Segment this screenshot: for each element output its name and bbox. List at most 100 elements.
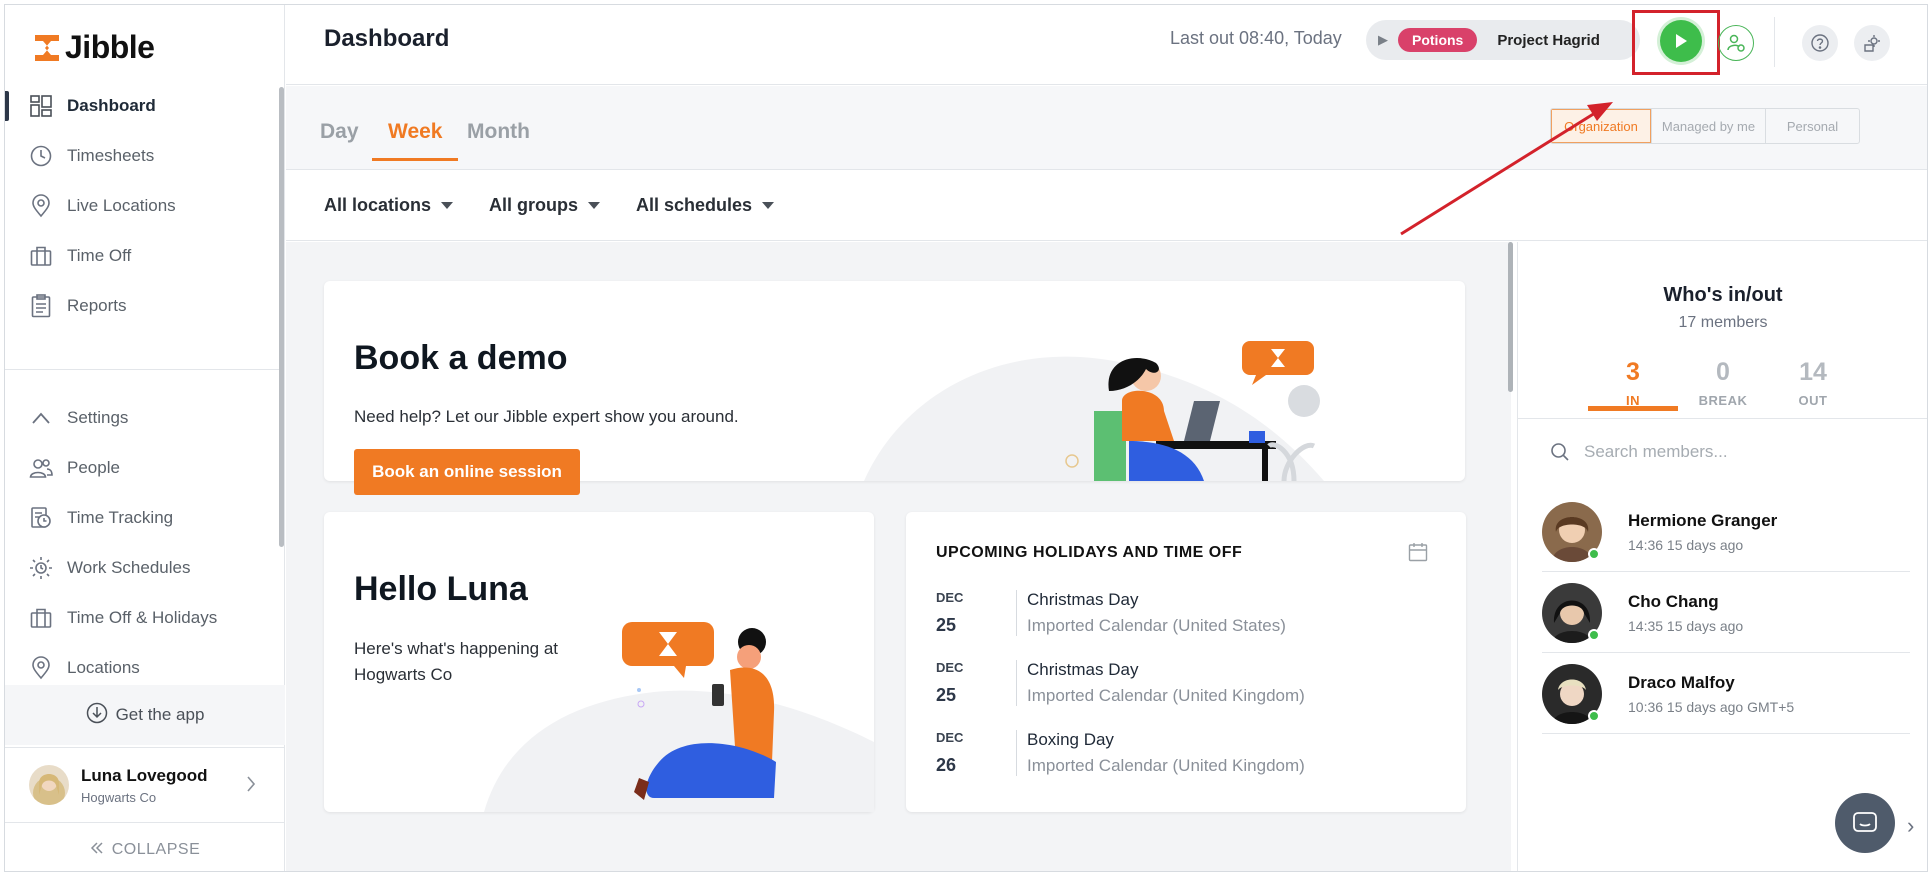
sidebar-item-timesheets[interactable]: Timesheets: [5, 131, 285, 181]
holiday-row[interactable]: DEC 25 Christmas Day Imported Calendar (…: [936, 660, 1305, 706]
content-scrollbar[interactable]: [1508, 242, 1513, 392]
member-search-input[interactable]: Search members...: [1550, 442, 1728, 462]
map-pin-icon: [29, 194, 53, 218]
activity-tag: Potions: [1398, 28, 1478, 52]
online-status-dot: [1588, 547, 1600, 560]
scope-managed-by-me[interactable]: Managed by me: [1651, 109, 1765, 143]
get-app-button[interactable]: Get the app: [5, 685, 285, 745]
sidebar-item-label: Live Locations: [67, 196, 176, 215]
demo-subtitle: Need help? Let our Jibble expert show yo…: [354, 407, 739, 426]
page-title: Dashboard: [324, 25, 450, 52]
tab-month[interactable]: Month: [467, 120, 530, 158]
user-profile[interactable]: Luna Lovegood Hogwarts Co: [5, 747, 285, 823]
sidebar-item-label: Time Off: [67, 246, 132, 265]
schedules-filter[interactable]: All schedules: [636, 195, 775, 216]
logo-text: Jibble: [65, 29, 155, 65]
member-row[interactable]: Cho Chang 14:35 15 days ago: [1542, 573, 1910, 653]
stat-out[interactable]: 14 OUT: [1768, 358, 1858, 408]
user-company: Hogwarts Co: [81, 789, 157, 805]
sidebar-item-people[interactable]: People: [5, 443, 285, 493]
chat-support-button[interactable]: [1835, 793, 1895, 853]
map-pin-icon: [29, 656, 53, 680]
holiday-row[interactable]: DEC 26 Boxing Day Imported Calendar (Uni…: [936, 730, 1305, 776]
demo-illustration: [864, 341, 1324, 481]
sidebar-item-time-off[interactable]: Time Off: [5, 231, 285, 281]
holiday-name: Christmas Day: [1027, 590, 1139, 609]
calendar-icon[interactable]: [1408, 542, 1428, 567]
activity-selector[interactable]: ▶ Potions Project Hagrid: [1366, 20, 1640, 60]
avatar: [1542, 663, 1602, 724]
help-icon: [1811, 34, 1829, 52]
sidebar: Jibble Dashboard Timesheets Live Locatio…: [5, 5, 285, 871]
search-icon: [1551, 443, 1569, 461]
org-settings-button[interactable]: [1854, 25, 1890, 61]
stat-break[interactable]: 0 BREAK: [1678, 358, 1768, 408]
holiday-row[interactable]: DEC 25 Christmas Day Imported Calendar (…: [936, 590, 1286, 636]
chevron-right-icon[interactable]: ›: [1907, 813, 1914, 839]
sidebar-item-label: Reports: [67, 296, 127, 315]
top-header: Dashboard Last out 08:40, Today ▶ Potion…: [286, 5, 1927, 85]
last-out-status: Last out 08:40, Today: [1170, 28, 1342, 48]
holiday-name: Christmas Day: [1027, 660, 1139, 679]
book-session-button[interactable]: Book an online session: [354, 449, 580, 495]
sidebar-item-label: Time Tracking: [67, 508, 174, 527]
whos-in-out-panel: Who's in/out 17 members 3 IN 0 BREAK 14 …: [1517, 242, 1927, 871]
get-app-label: Get the app: [115, 705, 205, 724]
sidebar-item-live-locations[interactable]: Live Locations: [5, 181, 285, 231]
filter-label: All schedules: [636, 195, 753, 215]
header-divider: [1774, 17, 1775, 67]
quick-clock-in-button[interactable]: [1718, 25, 1754, 61]
member-name: Cho Chang: [1628, 591, 1719, 611]
briefcase-icon: [29, 606, 53, 630]
user-name: Luna Lovegood: [81, 765, 208, 785]
jibble-logo-icon: [35, 34, 59, 61]
holiday-day: 25: [936, 685, 957, 705]
play-small-icon: ▶: [1378, 32, 1388, 47]
double-chevron-left-icon: [90, 841, 104, 860]
sidebar-item-reports[interactable]: Reports: [5, 281, 285, 331]
search-placeholder: Search members...: [1584, 442, 1728, 461]
member-name: Hermione Granger: [1628, 510, 1778, 530]
avatar: [29, 765, 69, 805]
clipboard-icon: [29, 294, 53, 318]
briefcase-icon: [29, 244, 53, 268]
holiday-month: DEC: [936, 730, 964, 745]
holiday-calendar: Imported Calendar (United States): [1027, 616, 1286, 635]
jibble-logo[interactable]: Jibble: [33, 29, 155, 66]
online-status-dot: [1588, 628, 1600, 641]
sidebar-item-label: People: [67, 458, 120, 477]
scope-organization[interactable]: Organization: [1551, 109, 1651, 143]
collapse-button[interactable]: COLLAPSE: [5, 827, 285, 871]
caret-down-icon: [441, 202, 454, 209]
member-time: 14:36 15 days ago: [1628, 536, 1744, 553]
sidebar-item-time-tracking[interactable]: Time Tracking: [5, 493, 285, 543]
holidays-title: UPCOMING HOLIDAYS AND TIME OFF: [936, 544, 1243, 561]
sidebar-item-time-off-holidays[interactable]: Time Off & Holidays: [5, 593, 285, 643]
filter-label: All locations: [324, 195, 432, 215]
member-row[interactable]: Draco Malfoy 10:36 15 days ago GMT+5: [1542, 654, 1910, 734]
sidebar-scrollbar[interactable]: [279, 87, 284, 547]
locations-filter[interactable]: All locations: [324, 195, 454, 216]
help-button[interactable]: [1802, 25, 1838, 61]
chevron-right-icon: [245, 774, 257, 799]
download-icon: [86, 702, 108, 729]
sidebar-item-work-schedules[interactable]: Work Schedules: [5, 543, 285, 593]
member-row[interactable]: Hermione Granger 14:36 15 days ago: [1542, 492, 1910, 572]
tab-day[interactable]: Day: [320, 120, 359, 158]
filters-bar: All locations All groups All schedules: [286, 171, 1927, 241]
stat-label: OUT: [1798, 393, 1828, 408]
tab-week[interactable]: Week: [372, 120, 459, 161]
time-tracking-icon: [29, 506, 53, 530]
stat-label: IN: [1626, 393, 1640, 408]
sidebar-item-label: Work Schedules: [67, 558, 191, 577]
chevron-up-icon: [29, 406, 53, 430]
avatar: [1542, 582, 1602, 643]
member-name: Draco Malfoy: [1628, 672, 1735, 692]
stat-in[interactable]: 3 IN: [1588, 358, 1678, 411]
sidebar-item-settings[interactable]: Settings: [5, 393, 285, 443]
sidebar-item-label: Timesheets: [67, 146, 155, 165]
stat-value: 14: [1799, 358, 1827, 386]
groups-filter[interactable]: All groups: [489, 195, 601, 216]
sidebar-item-dashboard[interactable]: Dashboard: [5, 81, 285, 131]
scope-personal[interactable]: Personal: [1765, 109, 1859, 143]
